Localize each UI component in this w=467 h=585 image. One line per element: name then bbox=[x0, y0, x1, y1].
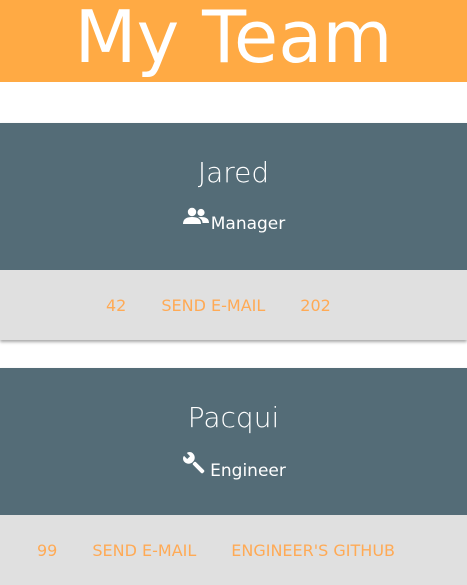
card-header: Jared Manager bbox=[0, 123, 467, 270]
send-email-button[interactable]: SEND E-MAIL bbox=[161, 296, 265, 315]
member-name: Pacqui bbox=[187, 401, 280, 434]
member-role-line: Engineer bbox=[0, 452, 467, 481]
card-header: Pacqui Engineer bbox=[0, 368, 467, 515]
id-link[interactable]: 99 bbox=[37, 541, 57, 560]
send-email-button[interactable]: SEND E-MAIL bbox=[92, 541, 196, 560]
action-bar: 42 SEND E-MAIL 202 bbox=[0, 270, 467, 340]
team-member-card: Jared Manager 42 SEND E-MAIL 202 bbox=[0, 123, 467, 340]
office-number-link[interactable]: 202 bbox=[300, 296, 331, 315]
member-role-line: Manager bbox=[0, 207, 467, 234]
page-header: My Team bbox=[0, 0, 467, 82]
id-link[interactable]: 42 bbox=[106, 296, 126, 315]
github-link[interactable]: ENGINEER'S GITHUB bbox=[231, 541, 395, 560]
team-member-card: Pacqui Engineer 99 SEND E-MAIL ENGINEER'… bbox=[0, 368, 467, 585]
member-name: Jared bbox=[197, 156, 270, 189]
page-title: My Team bbox=[74, 0, 393, 79]
card-actions: 99 SEND E-MAIL ENGINEER'S GITHUB bbox=[0, 515, 467, 585]
card-actions: 42 SEND E-MAIL 202 bbox=[0, 270, 467, 340]
action-bar: 99 SEND E-MAIL ENGINEER'S GITHUB bbox=[0, 515, 467, 585]
member-role: Manager bbox=[210, 214, 286, 234]
people-icon bbox=[182, 207, 210, 234]
member-role: Engineer bbox=[210, 461, 286, 481]
wrench-icon bbox=[181, 452, 209, 481]
